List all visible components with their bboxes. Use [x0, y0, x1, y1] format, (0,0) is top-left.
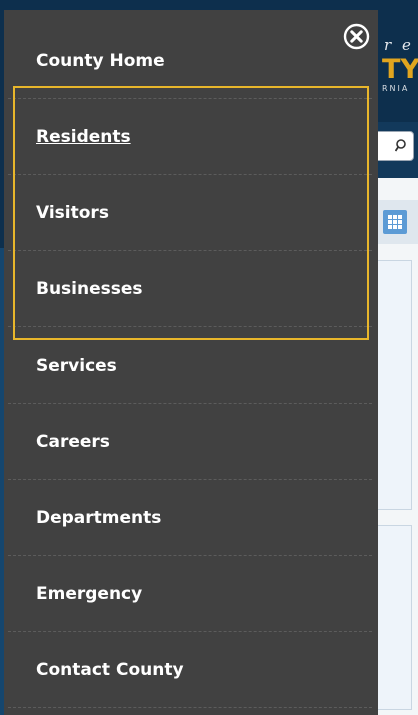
- content-panel: [372, 260, 412, 510]
- menu-item-departments[interactable]: Departments: [8, 480, 372, 556]
- menu-item-businesses[interactable]: Businesses: [8, 251, 372, 327]
- menu-item-label: Residents: [36, 127, 131, 147]
- menu-item-label: Emergency: [36, 584, 143, 604]
- menu-item-services[interactable]: Services: [8, 328, 372, 404]
- logo-sub-text: RNIA: [382, 84, 410, 93]
- menu-item-emergency[interactable]: Emergency: [8, 556, 372, 632]
- grid-icon: [388, 215, 402, 229]
- content-panel-secondary: [372, 525, 412, 710]
- menu-item-label: Contact County: [36, 660, 184, 680]
- slideout-menu: County Home Residents Visitors Businesse…: [4, 10, 378, 715]
- menu-item-contact-county[interactable]: Contact County: [8, 632, 372, 708]
- menu-item-label: County Home: [36, 51, 165, 71]
- menu-item-visitors[interactable]: Visitors: [8, 175, 372, 251]
- menu-item-county-home[interactable]: County Home: [8, 23, 372, 99]
- menu-item-label: Businesses: [36, 279, 143, 299]
- menu-item-label: Services: [36, 356, 117, 376]
- logo-main-text[interactable]: TY: [382, 54, 418, 85]
- menu-item-label: Departments: [36, 508, 162, 528]
- menu-item-label: Visitors: [36, 203, 109, 223]
- grid-menu-button[interactable]: [383, 210, 407, 234]
- search-icon[interactable]: [395, 138, 409, 152]
- menu-item-label: Careers: [36, 432, 110, 452]
- logo-script-text: r e: [384, 36, 414, 54]
- menu-item-careers[interactable]: Careers: [8, 404, 372, 480]
- menu-item-residents[interactable]: Residents: [8, 99, 372, 175]
